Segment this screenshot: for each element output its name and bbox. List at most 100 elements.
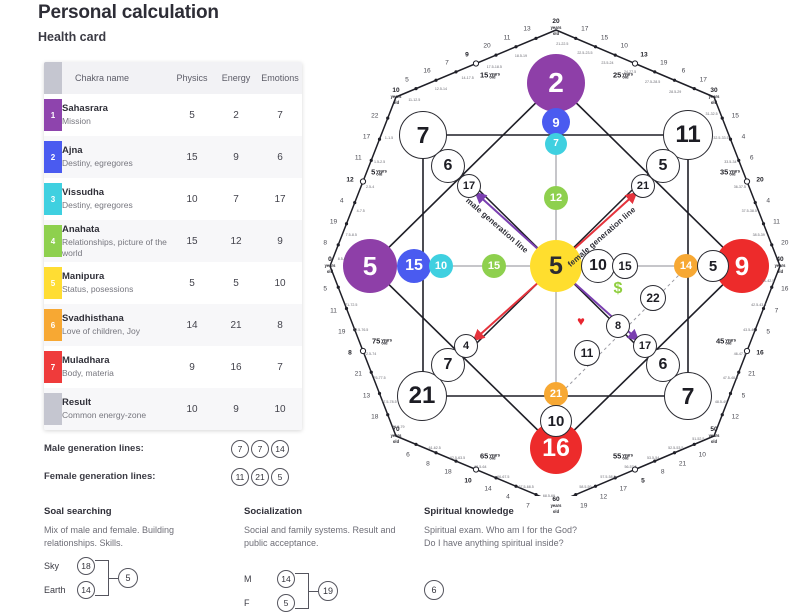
row-name-cell: Manipura Status, posessions [62,262,170,304]
edge-tick-number: 20 [781,239,789,247]
cell-emotions: 10 [274,403,286,415]
edge-range-label: 11-12.5 [408,98,421,103]
edge-tick-number: 6 [681,67,686,75]
matrix-sky-node: 9 [542,108,570,136]
edge-range-label: 78.5-79 [392,424,405,429]
matrix-inner-node: 21 [631,174,655,198]
block-text: Mix of male and female. Building relatio… [44,525,175,548]
table-header-index [44,62,62,94]
edge-tick-number: 19 [338,328,346,336]
page-title: Personal calculation [38,2,219,23]
soc-row0-label: M [244,574,252,584]
edge-range-label: 37.5-38.5 [741,208,757,213]
edge-range-label: 31-32.5 [705,112,718,117]
soc-row0-value: 14 [277,570,295,588]
edge-tick-number: 10 [698,451,706,459]
cell-energy: 2 [233,109,239,121]
chakra-desc: Common energy-zone [62,410,147,420]
matrix-earth-node: 10 [540,405,572,437]
edge-range-label: 1.5-2.5 [373,160,386,165]
soal-row0-label: Sky [44,561,60,571]
cell-energy: 5 [233,277,239,289]
edge-tick-number: 17 [619,485,627,493]
spiritual-result-group: 6 [424,580,444,600]
edge-range-label: 8.5-9 [337,257,346,262]
edge-tick-number: 16 [756,349,764,357]
cell-physics: 9 [189,361,195,373]
edge-tick-number: 8 [348,349,352,357]
socialization-pair-group: M 14 F 5 19 [244,567,338,615]
female-generation-circle: 21 [251,468,269,486]
row-name-cell: Muladhara Body, materia [62,346,170,388]
chakra-desc: Status, posessions [62,284,134,294]
edge-tick-number: 6 [749,154,754,162]
table-row: 2 Ajna Destiny, egregores 15 9 6 [44,136,302,178]
edge-range-label: 72.5-76.5 [353,327,369,332]
matrix-inner-node: 8 [606,314,630,338]
cell-emotions: 6 [277,151,283,163]
row-index-cell: 3 [44,178,62,220]
soc-connector [309,590,318,592]
chakra-desc: Love of children, Joy [62,326,140,336]
row-index-cell: 2 [44,136,62,178]
block-title: Spiritual knowledge [424,506,514,517]
row-name-cell: Svadhisthana Love of children, Joy [62,304,170,346]
chakra-table: Chakra name Physics Energy Emotions 1 Sah… [44,62,302,430]
row-index-cell: 5 [44,262,62,304]
edge-range-label: 67.5-68.5 [518,484,534,489]
edge-range-label: 33.5-34 [724,160,737,165]
edge-tick-number: 19 [329,218,338,226]
age-marker: 5years old [371,167,387,177]
edge-tick-number: 17 [699,76,707,84]
edge-tick-number: 16 [781,285,789,293]
edge-range-label: 53.5-54 [647,455,660,460]
chakra-desc: Destiny, egregores [62,158,133,168]
chakra-table-card: Chakra name Physics Energy Emotions 1 Sah… [44,62,302,430]
matrix-inner-node: 17 [633,334,657,358]
matrix-right-node: 5 [697,250,729,282]
chakra-name: Vissudha [62,187,105,198]
row-name-cell: Ajna Destiny, egregores [62,136,170,178]
edge-range-label: 77.5-78.5 [381,400,397,405]
edge-range-label: 76-77.5 [373,376,386,381]
edge-tick-number: 15 [600,34,609,42]
soal-pair-group: Sky 18 Earth 14 5 [44,554,138,602]
edge-range-label: 22.5-23.5 [577,51,593,56]
edge-tick-number: 7 [526,502,530,510]
cell-physics: 5 [189,277,195,289]
matrix-inner-node: 11 [574,340,600,366]
block-socialization: Socialization Social and family systems.… [244,506,404,550]
block-text: Social and family systems. Result and pu… [244,525,396,548]
row-index-badge: 5 [44,267,62,299]
cell-energy: 12 [230,235,242,247]
cell-physics: 5 [189,109,195,121]
edge-tick-number: 14 [484,485,492,493]
edge-tick-number: 19 [660,59,668,67]
page-subtitle: Health card [38,30,107,44]
edge-tick-number: 13 [640,51,648,58]
col-emotions: Emotions [261,73,299,83]
edge-tick-number: 19 [580,502,588,510]
edge-range-label: 36-37.5 [733,184,746,189]
edge-range-label: 72.5-74 [364,351,377,356]
matrix-left-node: 15 [397,249,431,283]
female-generation-label: Female generation lines: [44,471,156,482]
table-row: 4 Anahata Relationships, picture of the wo… [44,220,302,262]
edge-tick-number: 21 [748,370,756,378]
edge-tick-number: 20 [756,176,764,183]
edge-tick-number: 17 [362,133,371,141]
edge-tick-number: 5 [405,76,409,84]
row-index-cell: 1 [44,94,62,136]
edge-tick-number: 4 [506,493,510,501]
male-generation-circle: 7 [231,440,249,458]
edge-tick-number: 21 [354,370,362,378]
edge-range-label: 61-62.5 [428,446,441,451]
edge-tick-number: 12 [731,413,739,421]
edge-tick-number: 15 [731,112,739,120]
cell-physics: 10 [186,193,198,205]
edge-tick-number: 8 [660,468,665,476]
cell-emotions: 10 [274,277,286,289]
matrix-inner-node: 17 [457,174,481,198]
edge-tick-number: 16 [423,67,431,75]
edge-tick-number: 22 [371,112,379,120]
